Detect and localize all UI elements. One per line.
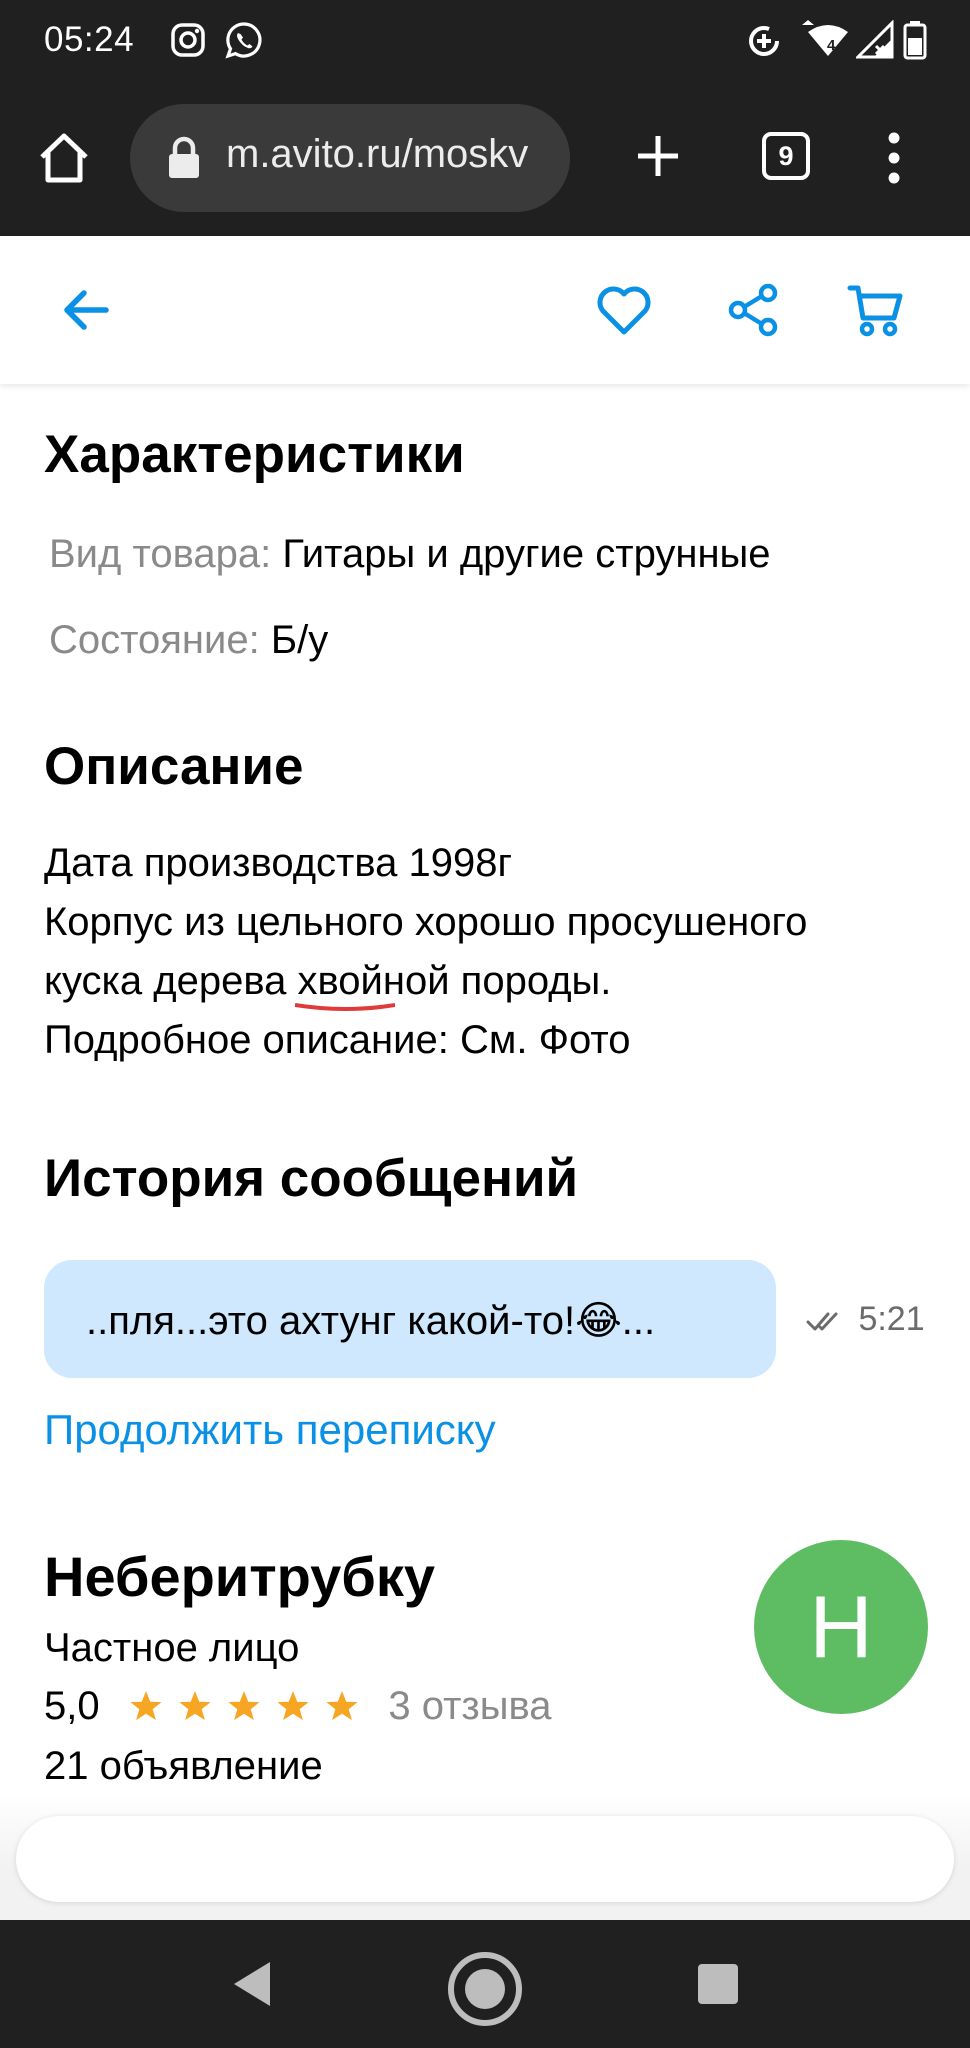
- characteristic-value: Гитары и другие струнные: [282, 532, 771, 576]
- app-header: [0, 236, 970, 384]
- description-text: Дата производства 1998г Корпус из цельно…: [44, 834, 807, 1070]
- listing-content: Характеристики Вид товара: Гитары и друг…: [0, 384, 970, 1920]
- message-history-title: История сообщений: [44, 1149, 579, 1208]
- seller-avatar[interactable]: Н: [754, 1540, 928, 1714]
- url-bar[interactable]: m.avito.ru/moskv: [130, 104, 570, 212]
- characteristics-title: Характеристики: [44, 425, 465, 484]
- share-icon[interactable]: [724, 280, 784, 340]
- url-fade: [530, 104, 570, 212]
- recents-square-icon[interactable]: [696, 1962, 740, 2006]
- star-icon: [277, 1691, 309, 1721]
- home-icon[interactable]: [36, 130, 92, 186]
- bottom-action-bar[interactable]: [16, 1816, 954, 1902]
- data-saver-icon: [749, 26, 779, 56]
- characteristic-row: Вид товара: Гитары и другие струнные: [49, 532, 771, 577]
- status-time: 05:24: [44, 20, 135, 59]
- characteristic-key: Состояние:: [49, 618, 260, 662]
- star-icon: [130, 1691, 162, 1721]
- description-title: Описание: [44, 737, 304, 796]
- message-time: 5:21: [858, 1300, 925, 1338]
- seller-type: Частное лицо: [44, 1626, 300, 1670]
- rating-stars: [129, 1688, 364, 1733]
- characteristic-row: Состояние: Б/у: [49, 618, 328, 663]
- system-nav-bar: [0, 1920, 970, 2048]
- more-vert-icon[interactable]: [884, 132, 904, 184]
- description-line: Корпус из цельного хорошо просушеного: [44, 900, 808, 944]
- heart-icon[interactable]: [594, 280, 654, 340]
- characteristic-key: Вид товара:: [49, 532, 272, 576]
- characteristic-value: Б/у: [270, 618, 329, 662]
- description-line: Подробное описание: См. Фото: [44, 1018, 631, 1062]
- spellcheck-underline: [295, 1003, 396, 1011]
- seller-rating[interactable]: 5,0 3 отзыва: [44, 1684, 552, 1733]
- double-check-icon: [806, 1312, 838, 1330]
- svg-text:4: 4: [827, 37, 836, 54]
- plus-icon[interactable]: [634, 132, 682, 180]
- seller-name[interactable]: Неберитрубку: [44, 1544, 435, 1609]
- misspelled-word: хвойной: [295, 959, 450, 1011]
- seller-ads-count[interactable]: 21 объявление: [44, 1744, 323, 1789]
- rating-value: 5,0: [44, 1684, 100, 1728]
- star-icon: [179, 1691, 211, 1721]
- star-icon: [326, 1691, 358, 1721]
- home-circle-icon[interactable]: [446, 1950, 524, 2028]
- back-triangle-icon[interactable]: [228, 1958, 276, 2010]
- back-arrow-icon[interactable]: [56, 280, 116, 340]
- description-line: куска дерева хвойной породы.: [44, 952, 807, 1011]
- url-text: m.avito.ru/moskv: [226, 132, 529, 176]
- browser-toolbar: m.avito.ru/moskv 9: [0, 82, 970, 236]
- misspelled-word-text: хвойной: [297, 959, 450, 1003]
- star-icon: [228, 1691, 260, 1721]
- description-line: Дата производства 1998г: [44, 841, 513, 885]
- continue-chat-link[interactable]: Продолжить переписку: [44, 1406, 496, 1454]
- description-fragment: куска дерева: [44, 959, 298, 1003]
- lock-icon: [169, 136, 199, 178]
- instagram-icon: [171, 23, 205, 57]
- signal-icon: [856, 20, 894, 59]
- wifi-icon: 4: [802, 20, 848, 56]
- battery-icon: [903, 21, 927, 60]
- status-bar: 05:24 4: [0, 0, 970, 82]
- message-text: ..пля...это ахтунг какой-то!😂...: [86, 1299, 656, 1343]
- reviews-count: 3 отзыва: [388, 1684, 552, 1728]
- whatsapp-icon: [225, 22, 262, 59]
- message-bubble[interactable]: ..пля...это ахтунг какой-то!😂...: [44, 1260, 776, 1378]
- cart-icon[interactable]: [846, 280, 906, 340]
- message-status: 5:21: [806, 1300, 925, 1344]
- description-fragment: породы.: [449, 959, 612, 1003]
- tabs-button[interactable]: 9: [762, 132, 810, 180]
